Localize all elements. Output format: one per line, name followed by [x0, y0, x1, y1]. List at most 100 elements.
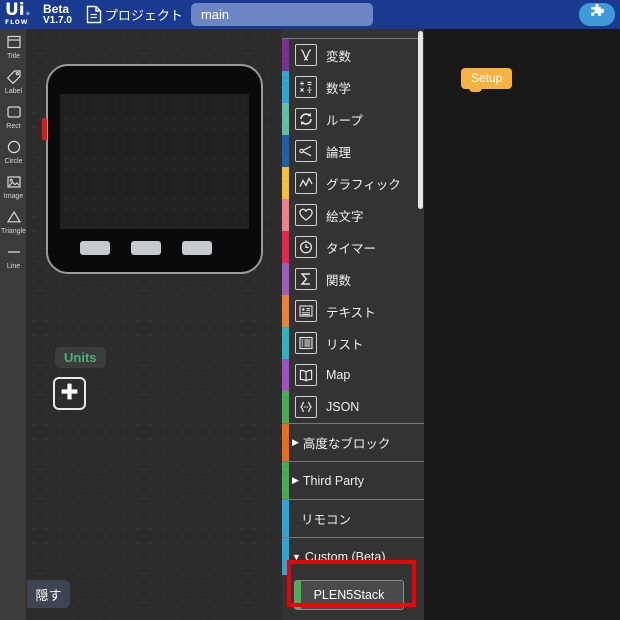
tool-line[interactable]: Line: [0, 243, 27, 277]
palette-item-label: PLEN5Stack: [313, 588, 385, 602]
palette-item-variable[interactable]: 変数: [282, 39, 424, 71]
timer-clock-icon: [295, 236, 317, 258]
line-icon: [6, 243, 22, 261]
variable-icon: [295, 44, 317, 66]
hide-panel-button[interactable]: 隠す: [27, 580, 70, 608]
palette-item-label: リモコン: [301, 513, 352, 527]
palette-item-label: 論理: [326, 145, 352, 160]
block-palette: 変数 数学 ループ 論理 グラフィック 絵文字 タイマー 関数 テキスト リスト…: [282, 29, 424, 620]
palette-item-plen5stack[interactable]: PLEN5Stack: [294, 580, 404, 610]
tool-image[interactable]: Image: [0, 173, 27, 207]
circle-icon: [6, 138, 22, 156]
version-label: V1.7.0: [43, 14, 72, 26]
tool-label: Title: [7, 53, 20, 60]
block-workspace-canvas[interactable]: Setup: [424, 29, 620, 620]
palette-item-label: リスト: [326, 337, 364, 352]
project-menu-button[interactable]: プロジェクト: [86, 5, 183, 24]
tool-label-shape[interactable]: Label: [0, 68, 27, 102]
tool-label: Line: [6, 263, 21, 270]
category-color-bar: [282, 199, 289, 231]
setup-block-notch: [469, 87, 482, 92]
palette-item-label: タイマー: [326, 241, 377, 256]
project-name-tab[interactable]: main: [190, 3, 373, 26]
puzzle-piece-icon: [589, 3, 605, 25]
palette-group-custom-beta[interactable]: ▼ Custom (Beta): [282, 538, 424, 575]
palette-item-label: 変数: [326, 49, 352, 64]
palette-item-emoji[interactable]: 絵文字: [282, 199, 424, 231]
math-icon: [295, 76, 317, 98]
category-color-bar: [282, 103, 289, 135]
text-icon: [295, 300, 317, 322]
document-icon: [86, 5, 102, 24]
category-color-bar: [282, 39, 289, 71]
palette-item-label: 数学: [326, 81, 352, 96]
chevron-down-icon: ▼: [292, 551, 301, 562]
title-icon: [6, 33, 22, 51]
m5stack-device-preview[interactable]: [42, 64, 263, 274]
palette-item-math[interactable]: 数学: [282, 71, 424, 103]
emoji-heart-icon: [295, 204, 317, 226]
rectangle-icon: [6, 103, 22, 121]
device-button-b[interactable]: [131, 241, 161, 255]
palette-item-label: グラフィック: [326, 177, 401, 192]
category-color-bar: [282, 167, 289, 199]
palette-item-map[interactable]: Map: [282, 359, 424, 391]
category-color-bar: [282, 327, 289, 359]
category-color-bar: [282, 538, 289, 575]
device-button-a[interactable]: [80, 241, 110, 255]
map-book-icon: [295, 364, 317, 386]
palette-scrollbar[interactable]: [418, 31, 423, 209]
logo-secondary-text: FLOW: [5, 18, 29, 26]
tool-triangle[interactable]: Triangle: [0, 208, 27, 242]
logic-icon: [295, 140, 317, 162]
list-icon: [295, 332, 317, 354]
add-unit-button[interactable]: [53, 377, 86, 410]
palette-group-advanced-blocks[interactable]: ▶ 高度なブロック: [282, 424, 424, 461]
uiflow-application-window: Ui. FLOW Beta V1.7.0 プロジェクト main Title L…: [0, 0, 620, 620]
category-color-bar: [282, 231, 289, 263]
palette-item-label: Map: [326, 368, 351, 382]
tool-circle[interactable]: Circle: [0, 138, 27, 172]
category-color-bar: [282, 135, 289, 167]
palette-item-logic[interactable]: 論理: [282, 135, 424, 167]
function-sigma-icon: [295, 268, 317, 290]
palette-item-text[interactable]: テキスト: [282, 295, 424, 327]
palette-item-remote-control[interactable]: リモコン: [282, 500, 424, 537]
palette-item-loop[interactable]: ループ: [282, 103, 424, 135]
device-button-c[interactable]: [182, 241, 212, 255]
extension-button[interactable]: [579, 3, 615, 26]
uiflow-logo: Ui. FLOW Beta V1.7.0: [0, 0, 72, 28]
palette-item-json[interactable]: JSON: [282, 391, 424, 423]
tool-title[interactable]: Title: [0, 33, 27, 67]
category-color-bar: [282, 391, 289, 423]
top-header-bar: Ui. FLOW Beta V1.7.0 プロジェクト main: [0, 0, 620, 29]
palette-item-list[interactable]: リスト: [282, 327, 424, 359]
tool-rect[interactable]: Rect: [0, 103, 27, 137]
drawing-tool-rail: Title Label Rect Circle Image Triangle L…: [0, 29, 27, 620]
palette-item-label: 絵文字: [326, 209, 364, 224]
tool-label: Circle: [4, 158, 23, 165]
triangle-icon: [6, 208, 22, 226]
units-label: Units: [55, 347, 106, 368]
category-color-bar: [282, 71, 289, 103]
palette-item-function[interactable]: 関数: [282, 263, 424, 295]
palette-item-timer[interactable]: タイマー: [282, 231, 424, 263]
category-color-bar: [282, 424, 289, 461]
chevron-right-icon: ▶: [292, 475, 299, 485]
device-screen[interactable]: [60, 94, 249, 229]
setup-block[interactable]: Setup: [461, 68, 513, 89]
device-led-indicator: [42, 118, 47, 140]
json-braces-icon: [295, 396, 317, 418]
palette-item-label: JSON: [326, 400, 360, 414]
tool-label: Label: [4, 88, 23, 95]
tool-label: Triangle: [0, 228, 27, 235]
palette-item-graphic[interactable]: グラフィック: [282, 167, 424, 199]
category-color-bar: [282, 500, 289, 537]
palette-item-label: 関数: [326, 273, 352, 288]
logo-primary-text: Ui.: [5, 0, 32, 20]
tool-label: Image: [3, 193, 24, 200]
palette-group-third-party[interactable]: ▶ Third Party: [282, 462, 424, 499]
chevron-right-icon: ▶: [292, 437, 299, 447]
category-color-bar: [282, 462, 289, 499]
loop-icon: [295, 108, 317, 130]
